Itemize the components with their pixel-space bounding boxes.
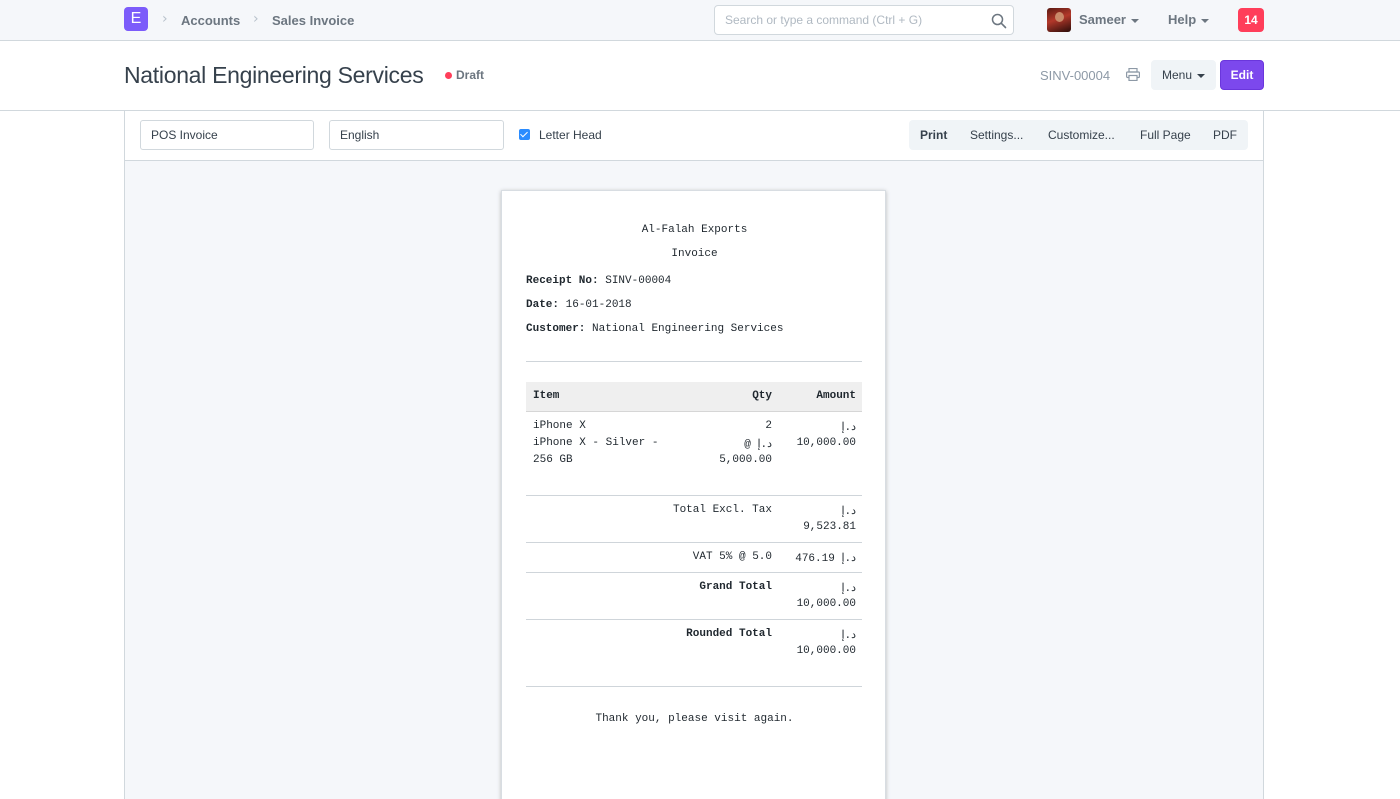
divider [526, 686, 862, 687]
print-format-select[interactable]: POS Invoice [140, 120, 314, 150]
chevron-right-icon: › [162, 11, 168, 27]
status-badge: Draft [456, 68, 485, 82]
user-name: Sameer [1079, 12, 1126, 27]
rounded-total-label: Rounded Total [686, 628, 772, 640]
item-qty: 2 [765, 420, 772, 432]
user-menu[interactable]: Sameer [1079, 12, 1139, 27]
divider [526, 495, 862, 496]
item-name-line: iPhone X - Silver - [533, 437, 659, 449]
divider [526, 542, 862, 543]
receipt-number-row: Receipt No: SINV-00004 [526, 275, 671, 287]
page-title: National Engineering Services [124, 62, 424, 88]
customer-label: Customer: [526, 323, 586, 335]
notification-badge[interactable]: 14 [1238, 8, 1264, 32]
search-box [714, 5, 1014, 35]
status-indicator-icon [445, 72, 452, 79]
item-name-line: iPhone X [533, 420, 586, 432]
vat-label: VAT 5% @ 5.0 [692, 551, 772, 563]
print-actions: Print Settings... Customize... Full Page… [909, 120, 1248, 150]
caret-down-icon [1130, 18, 1139, 23]
item-amount-currency: د.إ [841, 422, 856, 434]
item-rate: 5,000.00 [719, 454, 772, 466]
vat-value: 476.19 د.إ [795, 553, 856, 565]
menu-button-label: Menu [1161, 68, 1193, 82]
column-header-item: Item [533, 390, 560, 402]
menu-button[interactable]: Menu [1151, 60, 1216, 90]
help-menu[interactable]: Help [1168, 12, 1210, 27]
avatar[interactable] [1047, 8, 1071, 32]
date-label: Date: [526, 299, 560, 311]
item-amount: 10,000.00 [796, 437, 856, 449]
letter-head-checkbox[interactable] [519, 129, 530, 140]
date-row: Date: 16-01-2018 [526, 299, 632, 311]
search-input[interactable] [715, 6, 985, 34]
receipt-number-value: SINV-00004 [605, 275, 672, 287]
print-view: POS Invoice English Letter Head Print Se… [124, 111, 1264, 799]
rounded-total-value: 10,000.00 [796, 645, 856, 657]
company-name: Al-Falah Exports [641, 224, 748, 236]
total-excl-tax-currency: د.إ [841, 506, 856, 518]
letter-head-label: Letter Head [539, 128, 602, 142]
print-toolbar: POS Invoice English Letter Head Print Se… [125, 111, 1263, 161]
grand-total-label: Grand Total [699, 581, 772, 593]
divider [526, 619, 862, 620]
breadcrumb-accounts[interactable]: Accounts [181, 13, 240, 28]
receipt-title: Invoice [671, 248, 718, 260]
document-name: SINV-00004 [1040, 68, 1111, 83]
search-icon[interactable] [991, 13, 1007, 29]
chevron-right-icon: › [253, 11, 259, 27]
item-name-line: 256 GB [533, 454, 573, 466]
customer-value: National Engineering Services [592, 323, 784, 335]
total-excl-tax-label: Total Excl. Tax [672, 504, 772, 516]
caret-down-icon [1197, 73, 1206, 78]
page-head: National Engineering Services Draft SINV… [0, 41, 1400, 111]
settings-button[interactable]: Settings... [970, 128, 1023, 142]
language-select[interactable]: English [329, 120, 504, 150]
receipt-paper: Al-Falah Exports Invoice Receipt No: SIN… [501, 190, 886, 799]
full-page-button[interactable]: Full Page [1140, 128, 1191, 142]
grand-total-value: 10,000.00 [796, 598, 856, 610]
caret-down-icon [1201, 18, 1210, 23]
column-header-amount: Amount [816, 390, 856, 402]
item-rate-currency: @ د.إ [744, 439, 772, 451]
receipt-number-label: Receipt No: [526, 275, 599, 287]
printer-icon[interactable] [1126, 68, 1140, 81]
date-value: 16-01-2018 [565, 299, 632, 311]
column-header-qty: Qty [752, 390, 772, 402]
help-label: Help [1168, 12, 1197, 27]
customize-button[interactable]: Customize... [1048, 128, 1115, 142]
rounded-total-currency: د.إ [841, 630, 856, 642]
customer-row: Customer: National Engineering Services [526, 323, 783, 335]
divider [526, 572, 862, 573]
pdf-button[interactable]: PDF [1213, 128, 1237, 142]
divider [526, 361, 862, 362]
edit-button[interactable]: Edit [1220, 60, 1264, 90]
grand-total-currency: د.إ [841, 583, 856, 595]
breadcrumb-sales-invoice[interactable]: Sales Invoice [272, 13, 354, 28]
navbar: E › Accounts › Sales Invoice Sameer Help… [0, 0, 1400, 41]
print-button[interactable]: Print [920, 128, 947, 142]
total-excl-tax-value: 9,523.81 [803, 521, 856, 533]
receipt-footer: Thank you, please visit again. [595, 713, 794, 725]
app-logo[interactable]: E [124, 7, 148, 31]
